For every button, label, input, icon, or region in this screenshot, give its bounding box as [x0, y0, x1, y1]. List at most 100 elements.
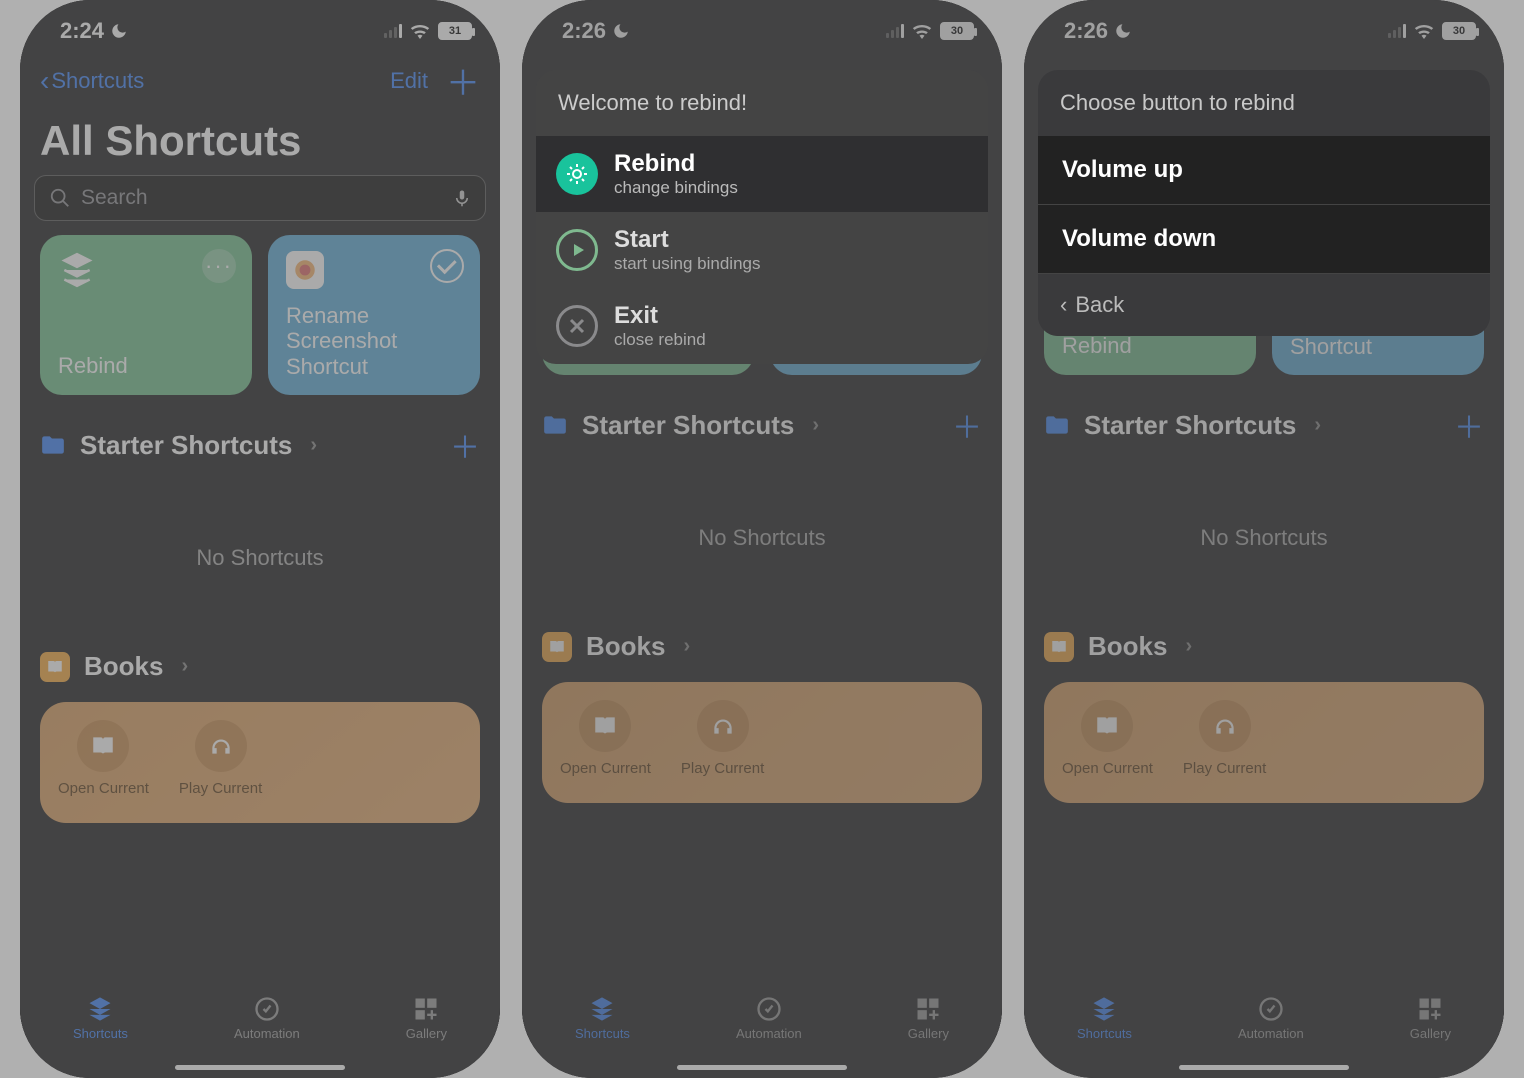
do-not-disturb-icon: [1114, 22, 1132, 40]
stack-icon: [587, 995, 617, 1023]
stage: 2:24 31 ‹ Shortcuts Edit ＋: [0, 0, 1524, 1078]
chevron-right-icon: ›: [310, 434, 317, 457]
back-button[interactable]: ‹ Back: [1038, 274, 1490, 336]
chevron-right-icon: ›: [1185, 635, 1192, 658]
tab-shortcuts[interactable]: Shortcuts: [1077, 995, 1132, 1041]
grid-plus-icon: [411, 995, 441, 1023]
book-item-label: Open Current: [560, 760, 651, 777]
book-item-play-current[interactable]: Play Current: [1183, 700, 1266, 777]
tab-shortcuts[interactable]: Shortcuts: [73, 995, 128, 1041]
status-bar: 2:24 31: [20, 0, 500, 50]
books-icon: [1044, 632, 1074, 662]
headphones-icon: [710, 713, 736, 739]
nav-header: ‹ Shortcuts Edit ＋: [20, 50, 500, 111]
edit-button[interactable]: Edit: [390, 68, 428, 94]
tab-automation[interactable]: Automation: [234, 995, 300, 1041]
folder-add-button[interactable]: ＋: [450, 423, 480, 467]
books-card: Open Current Play Current: [1044, 682, 1484, 803]
book-icon: [1094, 713, 1120, 739]
menu-item-rebind[interactable]: Rebind change bindings: [536, 136, 988, 212]
search-icon: [49, 187, 71, 209]
search-input[interactable]: Search: [34, 175, 486, 221]
tab-label: Automation: [234, 1026, 300, 1041]
folder-add-button[interactable]: ＋: [1454, 403, 1484, 447]
tab-gallery[interactable]: Gallery: [406, 995, 447, 1041]
book-item-label: Open Current: [58, 780, 149, 797]
book-item-label: Play Current: [681, 760, 764, 777]
option-volume-down[interactable]: Volume down: [1038, 205, 1490, 274]
folder-books[interactable]: Books ›: [1024, 621, 1504, 670]
home-indicator[interactable]: [677, 1065, 847, 1070]
menu-item-subtitle: close rebind: [614, 330, 706, 350]
option-volume-up[interactable]: Volume up: [1038, 136, 1490, 205]
phone-3: 2:26 30 Rebind Screenshot Shortc: [1024, 0, 1504, 1078]
folder-starter-shortcuts[interactable]: Starter Shortcuts › ＋: [20, 395, 500, 475]
tab-automation[interactable]: Automation: [736, 995, 802, 1041]
folder-label: Starter Shortcuts: [582, 410, 794, 441]
cellular-icon: [1388, 24, 1406, 38]
mic-icon[interactable]: [453, 187, 471, 209]
menu-item-exit[interactable]: Exit close rebind: [536, 288, 988, 364]
empty-state-label: No Shortcuts: [1024, 455, 1504, 621]
battery-icon: 31: [438, 22, 472, 40]
shortcut-tile-rebind[interactable]: ··· Rebind: [40, 235, 252, 395]
shortcut-tile-rename[interactable]: Rename Screenshot Shortcut: [268, 235, 480, 395]
checkmark-icon: [430, 249, 464, 283]
tab-gallery[interactable]: Gallery: [908, 995, 949, 1041]
do-not-disturb-icon: [110, 22, 128, 40]
clock-check-icon: [252, 995, 282, 1023]
book-item-label: Play Current: [179, 780, 262, 797]
books-icon: [40, 652, 70, 682]
search-placeholder: Search: [81, 186, 148, 210]
book-icon: [592, 713, 618, 739]
folder-add-button[interactable]: ＋: [952, 403, 982, 447]
folder-starter-shortcuts[interactable]: Starter Shortcuts › ＋: [1024, 375, 1504, 455]
tab-label: Gallery: [908, 1026, 949, 1041]
sheet-header: Choose button to rebind: [1038, 70, 1490, 136]
more-menu-icon[interactable]: ···: [202, 249, 236, 283]
back-label: Shortcuts: [51, 68, 144, 94]
tab-label: Gallery: [1410, 1026, 1451, 1041]
tile-label: Rebind: [58, 353, 234, 379]
back-button[interactable]: ‹ Shortcuts: [40, 67, 144, 95]
menu-item-title: Start: [614, 226, 760, 254]
play-icon: [556, 229, 598, 271]
books-card: Open Current Play Current: [40, 702, 480, 823]
chevron-left-icon: ‹: [1060, 292, 1067, 318]
battery-icon: 30: [940, 22, 974, 40]
book-item-label: Open Current: [1062, 760, 1153, 777]
grid-plus-icon: [1415, 995, 1445, 1023]
add-shortcut-button[interactable]: ＋: [446, 56, 480, 105]
headphones-icon: [208, 733, 234, 759]
tab-automation[interactable]: Automation: [1238, 995, 1304, 1041]
phone-1: 2:24 31 ‹ Shortcuts Edit ＋: [20, 0, 500, 1078]
menu-item-title: Rebind: [614, 150, 738, 178]
tab-label: Automation: [736, 1026, 802, 1041]
folder-starter-shortcuts[interactable]: Starter Shortcuts › ＋: [522, 375, 1002, 455]
status-time: 2:24: [60, 18, 104, 44]
book-item-open-current[interactable]: Open Current: [58, 720, 149, 797]
tab-shortcuts[interactable]: Shortcuts: [575, 995, 630, 1041]
folder-books[interactable]: Books ›: [522, 621, 1002, 670]
menu-item-start[interactable]: Start start using bindings: [536, 212, 988, 288]
status-time: 2:26: [1064, 18, 1108, 44]
chevron-right-icon: ›: [683, 635, 690, 658]
book-item-label: Play Current: [1183, 760, 1266, 777]
tab-bar: Shortcuts Automation Gallery: [522, 980, 1002, 1056]
battery-icon: 30: [1442, 22, 1476, 40]
status-time: 2:26: [562, 18, 606, 44]
wifi-icon: [410, 24, 430, 39]
book-item-open-current[interactable]: Open Current: [1062, 700, 1153, 777]
book-item-open-current[interactable]: Open Current: [560, 700, 651, 777]
home-indicator[interactable]: [175, 1065, 345, 1070]
photos-icon: [286, 251, 324, 289]
books-card: Open Current Play Current: [542, 682, 982, 803]
folder-icon: [40, 434, 66, 456]
book-item-play-current[interactable]: Play Current: [681, 700, 764, 777]
chevron-left-icon: ‹: [40, 67, 49, 95]
folder-books[interactable]: Books ›: [20, 641, 500, 690]
headphones-icon: [1212, 713, 1238, 739]
home-indicator[interactable]: [1179, 1065, 1349, 1070]
tab-gallery[interactable]: Gallery: [1410, 995, 1451, 1041]
book-item-play-current[interactable]: Play Current: [179, 720, 262, 797]
